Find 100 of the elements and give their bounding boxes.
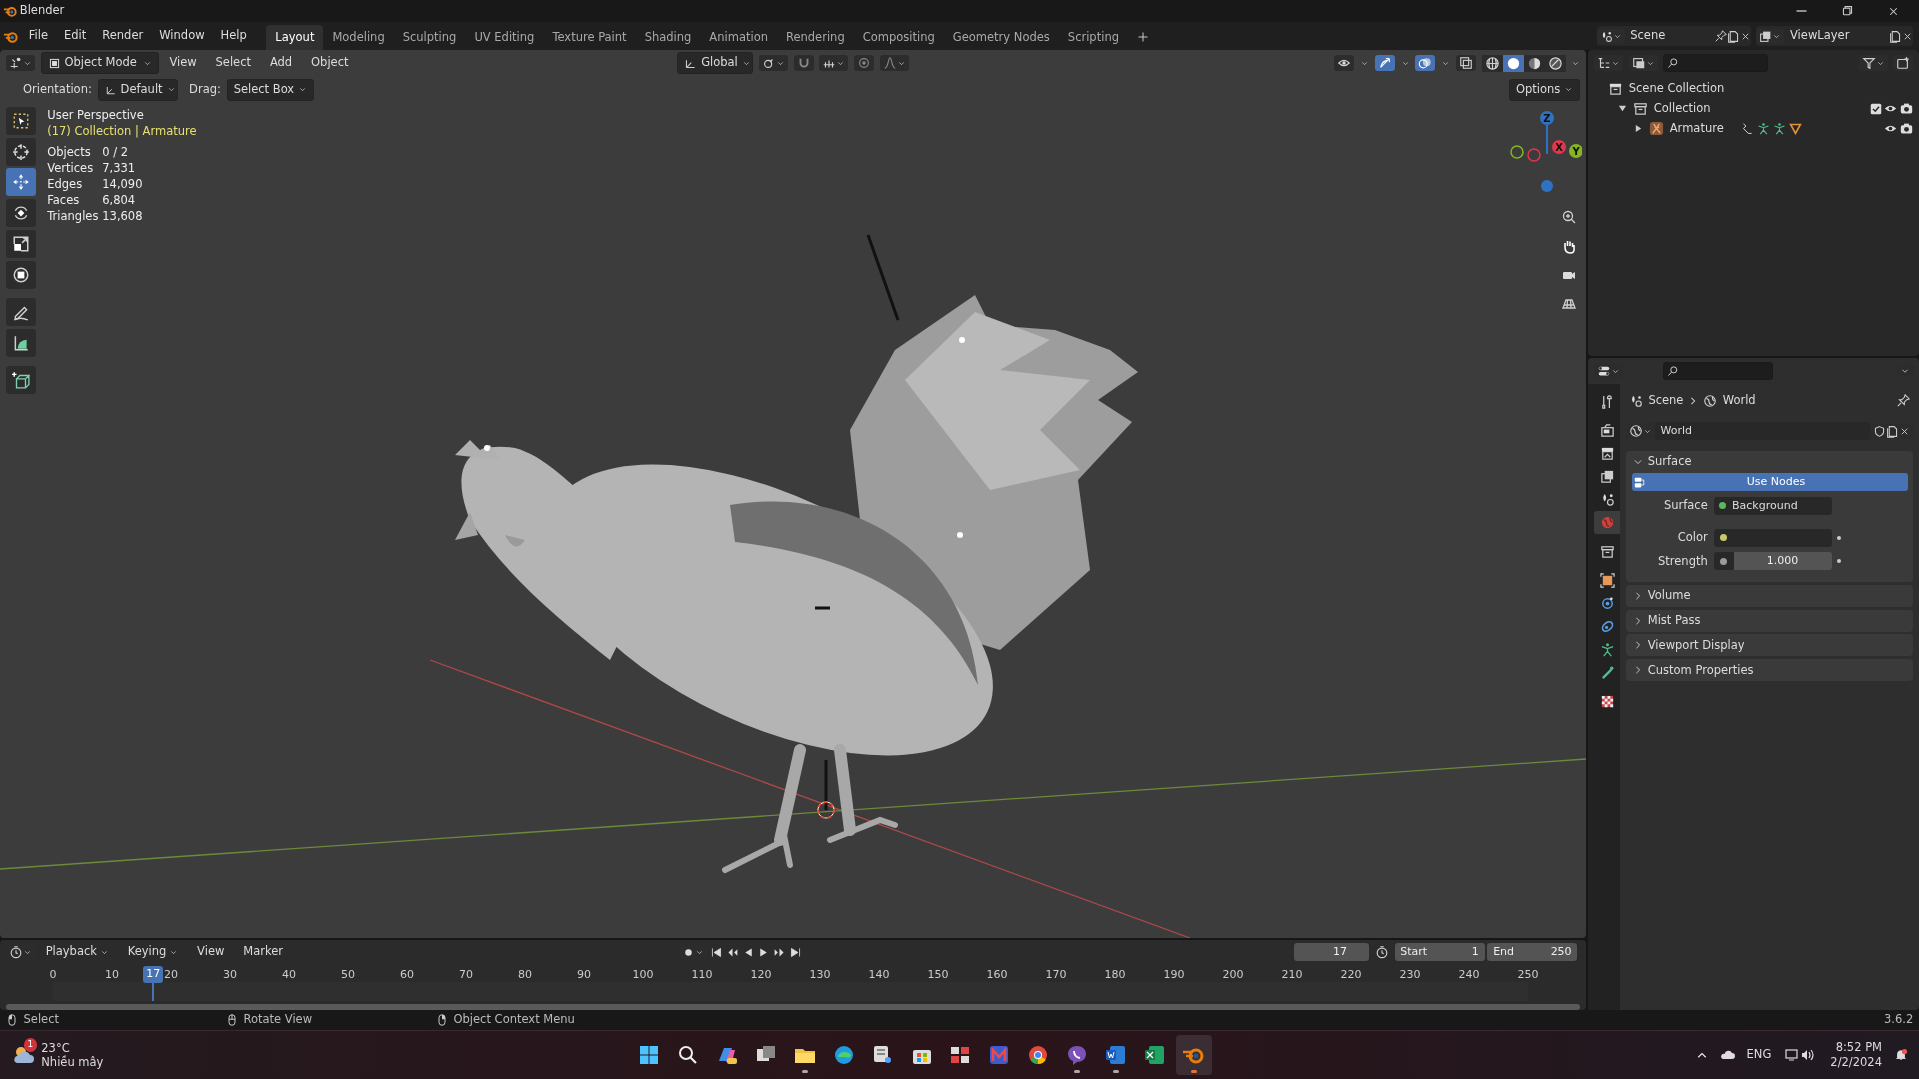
weather-description[interactable]: Nhiều mây	[41, 1055, 104, 1069]
hint-text: Object Context Menu	[453, 1011, 575, 1029]
frame-number: 190	[1163, 967, 1185, 983]
frame-number: 160	[986, 967, 1008, 983]
notification-badge: 1	[23, 1038, 38, 1052]
field-value: Background	[1732, 497, 1798, 514]
menu-item[interactable]: View	[189, 941, 233, 963]
number-field[interactable]: 1.000	[1733, 552, 1832, 571]
mode-dropdown[interactable]: Object Mode	[40, 52, 159, 74]
temperature[interactable]: 23°C	[41, 1041, 104, 1055]
field-label: Color	[1676, 528, 1709, 546]
outliner-item[interactable]: Armature	[1669, 120, 1724, 138]
frame-number: 250	[1517, 967, 1539, 983]
panel-header[interactable]: Mist Pass	[1625, 609, 1914, 632]
frame-number: 90	[577, 967, 591, 983]
workspace-tab[interactable]: Scripting	[1058, 24, 1128, 50]
menu-item[interactable]: Help	[212, 25, 255, 47]
hint-text: Select	[23, 1011, 59, 1029]
panel-header[interactable]: Volume	[1625, 584, 1914, 607]
frame-number: 170	[1045, 967, 1067, 983]
field-label: Strength	[1657, 552, 1709, 570]
menu-item[interactable]: Object	[303, 52, 357, 74]
workspace-tab[interactable]: Modeling	[323, 24, 394, 50]
workspace-tab[interactable]: Shading	[635, 24, 701, 50]
axis-handle[interactable]: X	[1552, 139, 1567, 154]
stat-value: 13,608	[102, 208, 143, 225]
use-nodes-button[interactable]: Use Nodes	[1631, 473, 1908, 491]
menu-item[interactable]: Add	[261, 52, 301, 74]
frame-number: 200	[1222, 967, 1244, 983]
workspace-tab[interactable]: Animation	[700, 24, 777, 50]
frame-number: 110	[691, 967, 713, 983]
workspace-tab[interactable]: Rendering	[777, 24, 854, 50]
frame-number: 50	[341, 967, 355, 983]
frame-number: 60	[400, 967, 414, 983]
menu-item[interactable]: Window	[151, 25, 213, 47]
breadcrumb-item: Scene	[1648, 392, 1684, 410]
workspace-tab[interactable]: Layout	[266, 24, 324, 50]
frame-number: 220	[1340, 967, 1362, 983]
panel-header[interactable]: Surface	[1625, 451, 1914, 473]
window-title: Blender	[19, 2, 65, 20]
stat-value: 6,804	[102, 192, 136, 209]
end-frame-field[interactable]: End 250	[1487, 943, 1578, 961]
options-dropdown[interactable]: Options	[1508, 79, 1581, 101]
frame-number: 80	[518, 967, 532, 983]
stat-value: 7,331	[102, 160, 136, 177]
workspace-tab[interactable]: Sculpting	[393, 24, 466, 50]
stat-label: Objects	[47, 144, 92, 161]
field-label: Surface	[1662, 497, 1709, 515]
panel-header[interactable]: Viewport Display	[1625, 634, 1914, 657]
drag-dropdown[interactable]: Select Box	[226, 79, 315, 101]
stat-value: 14,090	[102, 176, 143, 193]
workspace-tab[interactable]: Geometry Nodes	[943, 24, 1059, 50]
menu-item[interactable]: Marker	[235, 941, 291, 963]
frame-number: 30	[223, 967, 237, 983]
menu-item[interactable]: Render	[94, 25, 152, 47]
outliner-item[interactable]: Collection	[1653, 100, 1711, 118]
orientation-dropdown[interactable]: Global	[677, 52, 754, 74]
view-layer-name: ViewLayer	[1789, 27, 1851, 45]
datablock-name-field[interactable]: World	[1654, 422, 1871, 441]
menu-item[interactable]: Select	[207, 52, 260, 74]
frame-number: 140	[868, 967, 890, 983]
stat-label: Vertices	[47, 160, 95, 177]
start-frame-field[interactable]: Start 1	[1394, 943, 1485, 961]
stat-value: 0 / 2	[102, 144, 129, 161]
orientation-dropdown[interactable]: Default	[97, 79, 178, 101]
frame-number: 150	[927, 967, 949, 983]
menu-item[interactable]: File	[20, 25, 56, 47]
playhead-frame[interactable]: 17	[143, 966, 164, 983]
stat-label: Triangles	[47, 208, 100, 225]
frame-number: 40	[282, 967, 296, 983]
language-indicator[interactable]: ENG	[1746, 1046, 1772, 1064]
menu-item[interactable]: Playback	[37, 941, 117, 963]
frame-number: 100	[632, 967, 654, 983]
scene-selector[interactable]: Scene	[1596, 26, 1751, 46]
workspace-tab[interactable]: Compositing	[853, 24, 944, 50]
panel-header[interactable]: Custom Properties	[1625, 659, 1914, 682]
axis-handle[interactable]: Z	[1540, 110, 1555, 125]
scene-name: Scene	[1629, 27, 1667, 45]
breadcrumb-item: World	[1722, 392, 1756, 410]
clock-time[interactable]: 8:52 PM	[1835, 1040, 1882, 1055]
context-label: (17) Collection | Armature	[47, 122, 197, 139]
view-name: User Perspective	[47, 106, 145, 123]
axis-handle[interactable]: Y	[1569, 143, 1583, 158]
stat-label: Edges	[47, 176, 84, 193]
workspace-tab[interactable]: UV Editing	[465, 24, 544, 50]
hint-text: Rotate View	[243, 1011, 313, 1029]
frame-number: 180	[1104, 967, 1126, 983]
link-field[interactable]: Background	[1713, 496, 1832, 515]
menu-item[interactable]: View	[161, 52, 205, 74]
view-layer-selector[interactable]: ViewLayer	[1756, 26, 1914, 46]
menu-item[interactable]: Keying	[119, 941, 187, 963]
stat-label: Faces	[47, 192, 81, 209]
workspace-tab[interactable]: Texture Paint	[543, 24, 636, 50]
frame-number: 10	[105, 967, 119, 983]
clock-date[interactable]: 2/2/2024	[1830, 1055, 1882, 1070]
outliner-item[interactable]: Scene Collection	[1628, 80, 1725, 98]
frame-number: 210	[1281, 967, 1303, 983]
menu-item[interactable]: Edit	[56, 25, 95, 47]
frame-field[interactable]: 17	[1294, 943, 1369, 961]
frame-number: 0	[49, 967, 57, 983]
